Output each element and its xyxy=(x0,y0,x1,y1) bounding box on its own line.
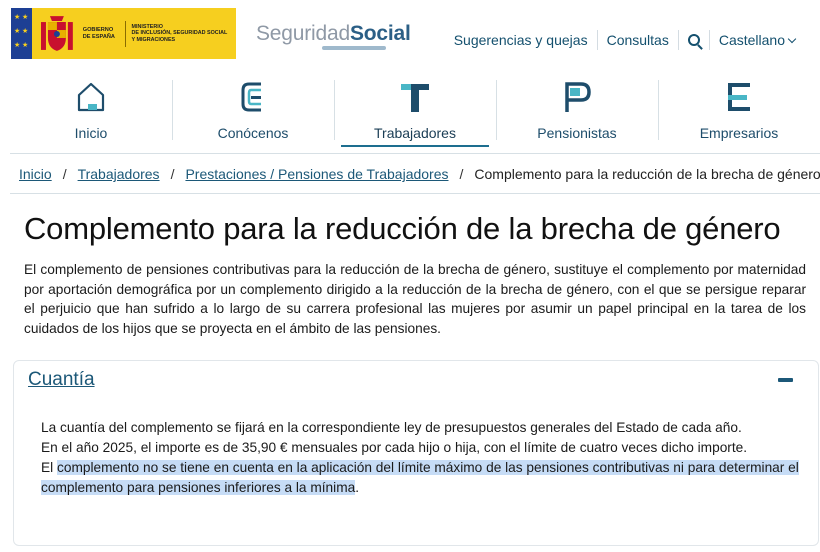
breadcrumb-link-prestaciones[interactable]: Prestaciones / Pensiones de Trabajadores xyxy=(185,166,448,182)
government-logo[interactable]: ★ ★ ★ ★ ★ ★ GOBIERNO DE ESPAÑA MINISTERI… xyxy=(11,8,236,59)
breadcrumb-current: Complemento para la reducción de la brec… xyxy=(474,166,820,182)
home-icon xyxy=(77,82,105,112)
nav-item-trabajadores[interactable]: Trabajadores xyxy=(334,70,496,153)
nav-item-pensionistas[interactable]: Pensionistas xyxy=(496,70,658,153)
accordion-line-2: En el año 2025, el importe es de 35,90 €… xyxy=(41,440,748,455)
language-selector[interactable]: Castellano xyxy=(708,30,804,50)
breadcrumb-separator: / xyxy=(62,166,67,182)
eu-flag-icon: ★ ★ ★ ★ ★ ★ xyxy=(11,8,32,59)
breadcrumb-link-inicio[interactable]: Inicio xyxy=(19,166,52,182)
nav-label-empresarios: Empresarios xyxy=(699,125,779,141)
breadcrumb-separator: / xyxy=(459,166,464,182)
line3-suffix: . xyxy=(355,480,360,495)
nav-item-conocenos[interactable]: Conócenos xyxy=(172,70,334,153)
chevron-down-icon xyxy=(787,34,797,44)
accordion-title[interactable]: Cuantía xyxy=(28,369,95,391)
coat-of-arms-icon xyxy=(40,15,73,51)
breadcrumb-link-trabajadores[interactable]: Trabajadores xyxy=(78,166,160,182)
letter-t-icon xyxy=(401,84,429,112)
queries-link[interactable]: Consultas xyxy=(596,30,678,50)
nav-item-inicio[interactable]: Inicio xyxy=(10,70,172,153)
site-header: ★ ★ ★ ★ ★ ★ GOBIERNO DE ESPAÑA MINISTERI… xyxy=(0,0,820,70)
nav-label-pensionistas: Pensionistas xyxy=(537,125,617,141)
accordion-cuantia: Cuantía La cuantía del complemento se fi… xyxy=(13,360,819,546)
nav-label-trabajadores: Trabajadores xyxy=(374,125,456,141)
language-label: Castellano xyxy=(718,32,785,48)
breadcrumb: Inicio / Trabajadores / Prestaciones / Pensi… xyxy=(19,166,820,182)
letter-e-icon xyxy=(728,83,750,111)
breadcrumb-separator: / xyxy=(170,166,175,182)
logo-divider xyxy=(124,20,126,47)
top-links: Sugerencias y quejas Consultas Castellan… xyxy=(445,30,804,50)
breadcrumb-divider xyxy=(10,193,820,194)
accordion-body: La cuantía del complemento se fijará en … xyxy=(41,418,809,498)
line3-prefix: El xyxy=(41,460,57,475)
highlighted-text: complemento no se tiene en cuenta en la … xyxy=(41,460,799,495)
accordion-line-1: La cuantía del complemento se fijará en … xyxy=(41,420,742,435)
ministry-text: MINISTERIO DE INCLUSIÓN, SEGURIDAD SOCIA… xyxy=(131,24,228,43)
letter-p-icon xyxy=(565,82,591,112)
suggestions-link[interactable]: Sugerencias y quejas xyxy=(445,30,597,50)
nav-label-inicio: Inicio xyxy=(74,125,108,141)
main-nav: Inicio Conócenos Trabajadores Pensionist… xyxy=(10,70,820,154)
intro-paragraph: El complemento de pensiones contributiva… xyxy=(24,262,806,336)
search-icon xyxy=(687,34,700,46)
brand-part1: Seguridad xyxy=(256,22,350,45)
collapse-icon[interactable] xyxy=(778,378,793,382)
search-button[interactable] xyxy=(677,30,709,50)
accordion-line-3: El complemento no se tiene en cuenta en … xyxy=(41,458,809,498)
brand-underline xyxy=(322,46,386,50)
letter-c-icon xyxy=(241,82,261,112)
nav-label-conocenos: Conócenos xyxy=(217,125,289,141)
nav-item-empresarios[interactable]: Empresarios xyxy=(658,70,820,153)
government-text: GOBIERNO DE ESPAÑA xyxy=(82,27,115,40)
brand-part2: Social xyxy=(349,22,411,45)
seguridad-social-logo[interactable]: SeguridadSocial xyxy=(256,22,411,46)
page-title: Complemento para la reducción de la brec… xyxy=(24,211,781,246)
